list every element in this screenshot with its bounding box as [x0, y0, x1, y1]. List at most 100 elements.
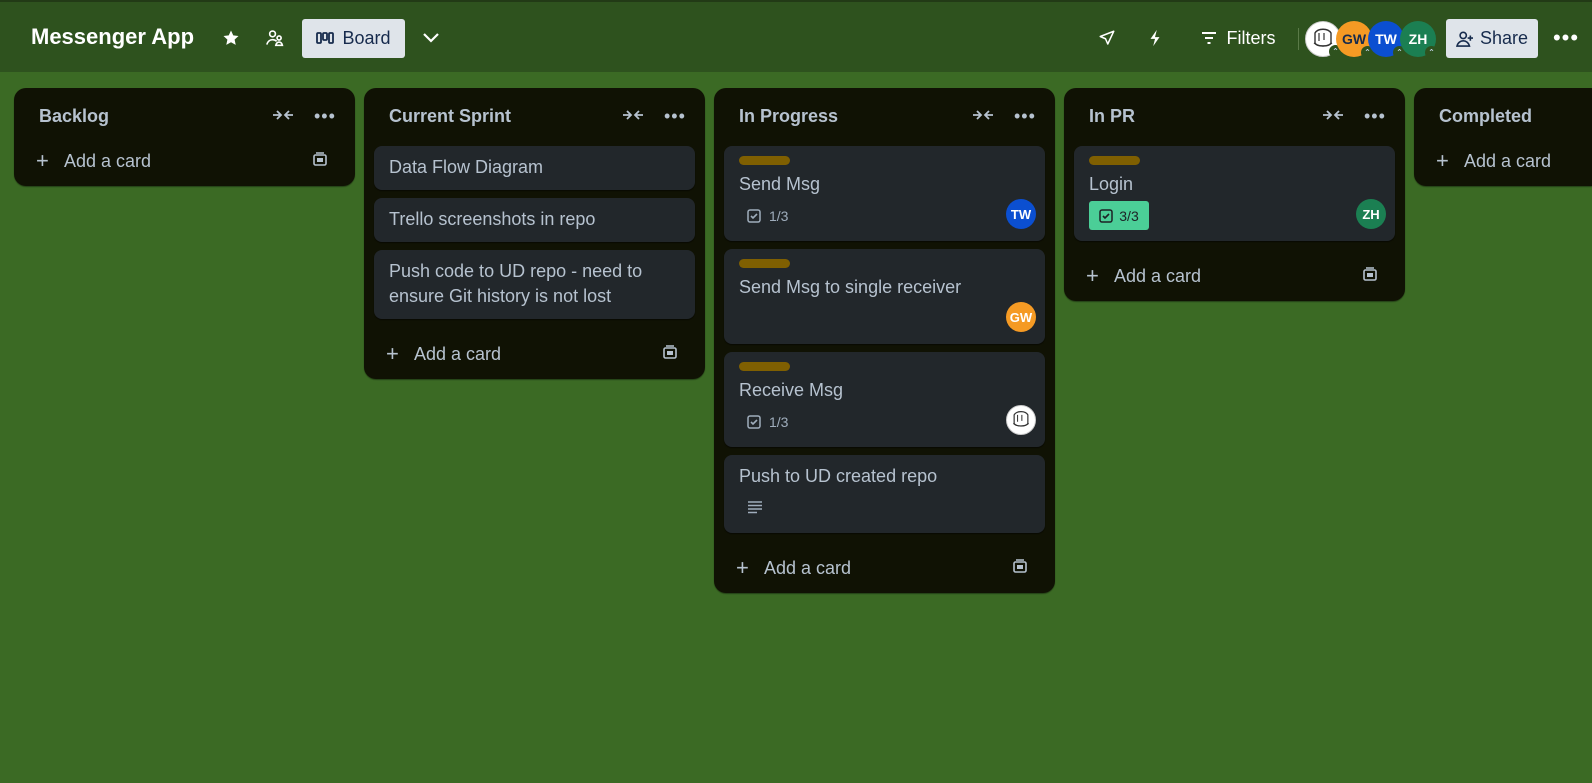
member-initials: TW [1010, 206, 1032, 222]
card[interactable]: Send Msg 1/3 TW [724, 146, 1045, 241]
add-card-button[interactable]: + Add a card [14, 138, 355, 186]
card[interactable]: Send Msg to single receiver GW [724, 249, 1045, 344]
plus-icon: + [36, 148, 49, 173]
checklist-badge: 1/3 [747, 205, 788, 227]
member-initials: GW [1009, 309, 1033, 325]
rocket-icon [1099, 30, 1115, 45]
add-card-label: Add a card [64, 151, 152, 171]
card-member-avatar[interactable] [1006, 405, 1036, 435]
card[interactable]: Receive Msg 1/3 [724, 352, 1045, 447]
list-menu-icon[interactable]: ••• [1014, 106, 1036, 127]
card-member-avatar[interactable]: GW [1006, 302, 1036, 332]
card-template-icon[interactable] [1012, 559, 1028, 575]
add-card-button[interactable]: + Add a card [1064, 253, 1405, 301]
card-title: Receive Msg [739, 380, 844, 400]
list-title[interactable]: Backlog [39, 106, 109, 127]
automation-button[interactable] [1140, 19, 1170, 57]
collapse-list-icon[interactable] [972, 108, 994, 122]
card-footer: GW [739, 302, 1036, 334]
checklist-icon [747, 415, 761, 429]
card-label[interactable] [739, 259, 790, 268]
list-in-pr: In PR ••• Login 3/3 ZH + Add a card [1064, 88, 1405, 301]
list-current-sprint: Current Sprint ••• Data Flow Diagram Tre… [364, 88, 705, 379]
card-template-icon[interactable] [312, 152, 328, 168]
list-menu-icon[interactable]: ••• [664, 106, 686, 127]
card-title: Push code to UD repo - need to ensure Gi… [389, 261, 643, 306]
card-template-icon[interactable] [662, 345, 678, 361]
list-title[interactable]: Current Sprint [389, 106, 511, 127]
plus-icon: + [1436, 148, 1449, 173]
board-icon [316, 31, 335, 44]
list-title[interactable]: In Progress [739, 106, 838, 127]
member-initials: GW [1341, 31, 1367, 47]
board-header: Messenger App Board Filters ⌃ GW ⌃ TW ⌃ [0, 0, 1592, 72]
power-ups-button[interactable] [1092, 19, 1122, 57]
checklist-badge: 1/3 [747, 411, 788, 433]
member-initials: TW [1375, 31, 1397, 47]
card-title: Send Msg to single receiver [739, 277, 962, 297]
workspace-visible-icon [266, 30, 284, 47]
add-card-button[interactable]: + Add a card [1414, 138, 1592, 186]
checklist-count: 1/3 [769, 208, 789, 224]
board-view-button[interactable]: Board [302, 19, 405, 58]
star-icon [223, 30, 239, 45]
share-label: Share [1479, 28, 1529, 48]
checklist-icon [747, 209, 761, 223]
add-card-label: Add a card [1114, 266, 1202, 286]
card[interactable]: Data Flow Diagram [374, 146, 695, 190]
card-label[interactable] [1089, 156, 1140, 165]
list-completed: Completed + Add a card [1414, 88, 1592, 186]
collapse-list-icon[interactable] [1322, 108, 1344, 122]
add-card-label: Add a card [1464, 151, 1552, 171]
list-header: In PR ••• [1064, 88, 1405, 146]
card[interactable]: Login 3/3 ZH [1074, 146, 1395, 241]
card-label[interactable] [739, 156, 790, 165]
collapse-list-icon[interactable] [272, 108, 294, 122]
member-avatar-tw[interactable]: TW ⌃ [1368, 21, 1406, 59]
member-avatar-zh[interactable]: ZH ⌃ [1400, 21, 1438, 59]
filters-button[interactable]: Filters [1196, 19, 1280, 57]
list-title[interactable]: Completed [1439, 106, 1532, 127]
checklist-count: 3/3 [1119, 207, 1139, 224]
list-menu-icon[interactable]: ••• [314, 106, 336, 127]
card-member-avatar[interactable]: TW [1006, 199, 1036, 229]
member-avatar-gw[interactable]: GW ⌃ [1336, 21, 1374, 59]
card-footer: 1/3 TW [739, 199, 1036, 231]
header-divider [1298, 28, 1299, 50]
board-menu-button[interactable]: ••• [1550, 19, 1582, 57]
board-title[interactable]: Messenger App [31, 24, 194, 50]
list-backlog: Backlog ••• + Add a card [14, 88, 355, 186]
checklist-icon [1099, 208, 1114, 223]
add-card-button[interactable]: + Add a card [364, 331, 705, 379]
card-title: Send Msg [739, 174, 821, 194]
card-footer: 3/3 ZH [1089, 199, 1386, 231]
plus-icon: + [736, 555, 749, 580]
sketch-face-icon [1012, 411, 1030, 427]
admin-badge-icon: ⌃ [1425, 46, 1438, 59]
list-title[interactable]: In PR [1089, 106, 1135, 127]
card-footer [739, 493, 1030, 523]
checklist-badge-complete: 3/3 [1089, 201, 1149, 230]
list-menu-icon[interactable]: ••• [1364, 106, 1386, 127]
filter-icon [1201, 32, 1216, 44]
card[interactable]: Push to UD created repo [724, 455, 1045, 533]
add-card-label: Add a card [764, 558, 852, 578]
star-board-button[interactable] [216, 19, 246, 57]
card[interactable]: Trello screenshots in repo [374, 198, 695, 242]
card[interactable]: Push code to UD repo - need to ensure Gi… [374, 250, 695, 319]
card-template-icon[interactable] [1362, 267, 1378, 283]
card-title: Data Flow Diagram [389, 157, 544, 177]
add-card-button[interactable]: + Add a card [714, 545, 1055, 593]
member-initials: ZH [1408, 31, 1428, 47]
card-footer: 1/3 [739, 405, 1036, 437]
chevron-down-icon [423, 33, 439, 43]
list-in-progress: In Progress ••• Send Msg 1/3 TW Send Msg… [714, 88, 1055, 593]
switch-view-button[interactable] [416, 19, 446, 57]
visibility-button[interactable] [260, 19, 290, 57]
lightning-icon [1150, 29, 1160, 47]
card-member-avatar[interactable]: ZH [1356, 199, 1386, 229]
member-initials: ZH [1362, 206, 1380, 222]
card-label[interactable] [739, 362, 790, 371]
share-button[interactable]: Share [1446, 19, 1538, 58]
collapse-list-icon[interactable] [622, 108, 644, 122]
